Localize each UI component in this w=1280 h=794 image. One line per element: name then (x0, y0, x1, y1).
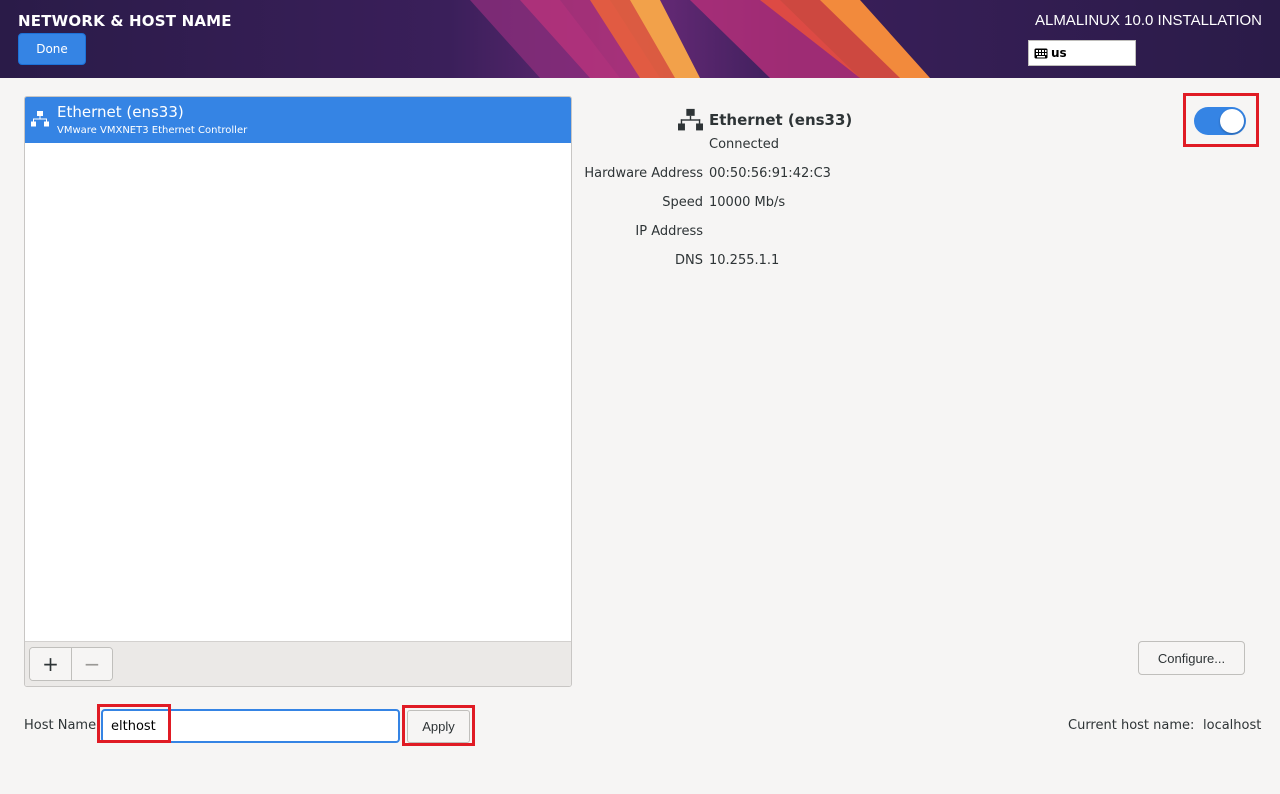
host-name-input[interactable] (101, 709, 400, 743)
add-device-button[interactable]: + (30, 648, 71, 680)
connection-status: Connected (709, 137, 780, 152)
installation-title: ALMALINUX 10.0 INSTALLATION (1034, 12, 1262, 29)
dns-label: DNS (675, 253, 703, 268)
keyboard-icon (1034, 48, 1048, 58)
device-description: VMware VMXNET3 Ethernet Controller (57, 125, 248, 136)
page-title: NETWORK & HOST NAME (18, 12, 232, 30)
done-button[interactable]: Done (18, 33, 86, 65)
list-item[interactable]: Ethernet (ens33) VMware VMXNET3 Ethernet… (25, 97, 571, 143)
speed-label: Speed (662, 195, 703, 210)
current-host-name-label: Current host name: (1068, 718, 1195, 733)
toggle-knob (1220, 109, 1244, 133)
hardware-address-label: Hardware Address (584, 166, 703, 181)
network-device-list: Ethernet (ens33) VMware VMXNET3 Ethernet… (24, 96, 572, 687)
keyboard-layout-label: us (1051, 46, 1067, 60)
dns-value: 10.255.1.1 (709, 253, 780, 268)
ip-address-label: IP Address (635, 224, 703, 239)
configure-button[interactable]: Configure... (1138, 641, 1245, 675)
host-name-label: Host Name: (24, 718, 101, 733)
list-toolbar: + − (25, 641, 571, 686)
speed-value: 10000 Mb/s (709, 195, 786, 210)
add-remove-group: + − (29, 647, 113, 681)
device-name: Ethernet (ens33) (57, 103, 184, 121)
hardware-address-value: 00:50:56:91:42:C3 (709, 166, 831, 181)
keyboard-layout-indicator[interactable]: us (1028, 40, 1136, 66)
remove-device-button[interactable]: − (71, 648, 112, 680)
header-bar: NETWORK & HOST NAME Done ALMALINUX 10.0 … (0, 0, 1280, 78)
network-wired-icon (678, 108, 703, 131)
apply-button[interactable]: Apply (407, 710, 470, 743)
device-detail-header: Ethernet (ens33) (678, 108, 852, 132)
current-host-name-value: localhost (1203, 718, 1262, 733)
connection-toggle-switch[interactable] (1194, 107, 1246, 135)
detail-device-name: Ethernet (ens33) (709, 111, 853, 129)
network-wired-icon (31, 111, 49, 131)
